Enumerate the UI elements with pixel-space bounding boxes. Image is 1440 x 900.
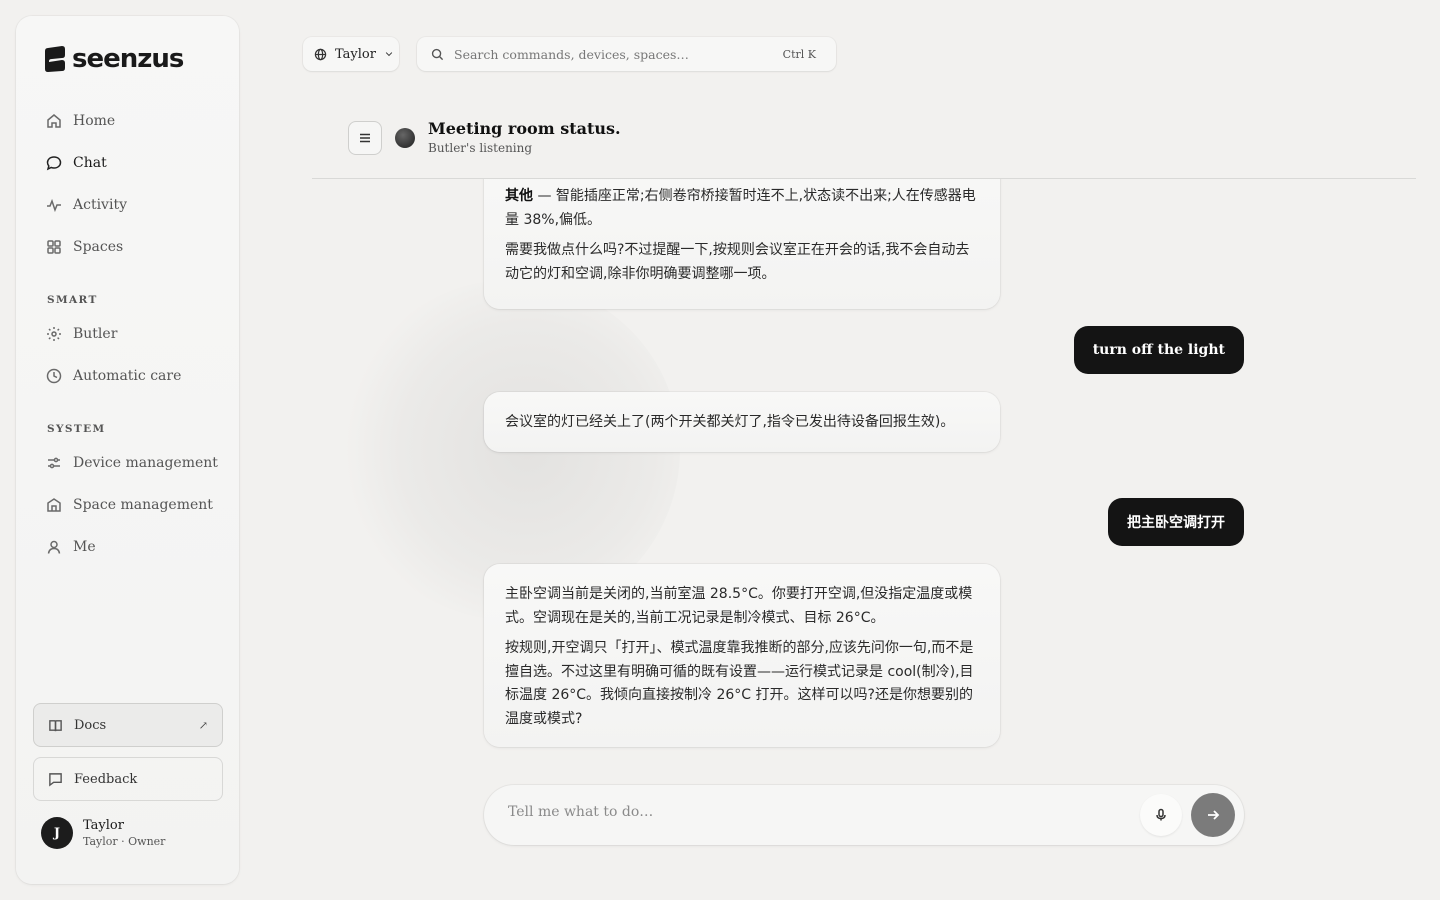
- nav-item-label: Chat: [73, 155, 107, 171]
- chat-menu-button[interactable]: [348, 121, 382, 155]
- nav-item-label: Device management: [73, 455, 218, 471]
- message-paragraph: 其他 — 智能插座正常;右侧卷帘桥接暂时连不上,状态读不出来;人在传感器电量 3…: [505, 188, 976, 228]
- command-search[interactable]: Search commands, devices, spaces… Ctrl K: [417, 37, 836, 71]
- section-label-smart: SMART: [47, 294, 98, 306]
- sparkle-icon: [47, 327, 61, 341]
- feedback-icon: [49, 772, 62, 787]
- butler-status-indicator: [395, 128, 415, 148]
- system-nav: Device management Space management Me: [32, 442, 223, 568]
- nav-item-device-management[interactable]: Device management: [32, 442, 223, 484]
- chevron-down-icon: [385, 52, 393, 57]
- user-role: Taylor · Owner: [83, 835, 166, 848]
- user-name: Taylor: [83, 818, 124, 833]
- globe-icon: [314, 48, 327, 60]
- search-placeholder: Search commands, devices, spaces…: [454, 46, 689, 62]
- nav-item-label: Butler: [73, 326, 118, 342]
- feedback-label: Feedback: [74, 771, 138, 787]
- nav-item-spaces[interactable]: Spaces: [32, 226, 223, 268]
- docs-label: Docs: [74, 717, 107, 733]
- arrow-right-icon: [1208, 810, 1220, 820]
- external-link-icon: ↗: [198, 718, 208, 732]
- nav-item-butler[interactable]: Butler: [32, 313, 223, 355]
- book-icon: [49, 719, 62, 731]
- chat-header: Meeting room status. Butler's listening: [312, 110, 1416, 179]
- grid-icon: [47, 240, 61, 254]
- section-label-system: SYSTEM: [47, 423, 106, 435]
- menu-icon: [360, 133, 370, 143]
- message-input[interactable]: [508, 804, 1108, 820]
- logo-mark-icon: [45, 46, 65, 72]
- message-list[interactable]: 其他 — 智能插座正常;右侧卷帘桥接暂时连不上,状态读不出来;人在传感器电量 3…: [312, 179, 1416, 779]
- chat-icon: [46, 156, 62, 171]
- avatar: J: [41, 817, 73, 849]
- message-paragraph: 会议室的灯已经关上了(两个开关都关灯了,指令已发出待设备回报生效)。: [505, 414, 955, 430]
- user-icon: [47, 540, 61, 554]
- message-paragraph: 主卧空调当前是关闭的,当前室温 28.5°C。你要打开空调,但没指定温度或模式。…: [505, 586, 973, 626]
- user-profile[interactable]: J Taylor Taylor · Owner: [41, 817, 165, 849]
- user-message: turn off the light: [1073, 326, 1244, 374]
- brand-logo[interactable]: seenzus: [44, 44, 184, 74]
- nav-item-activity[interactable]: Activity: [32, 184, 223, 226]
- nav-item-label: Activity: [73, 197, 127, 213]
- system-section: SYSTEM: [32, 419, 223, 439]
- assistant-message: 主卧空调当前是关闭的,当前室温 28.5°C。你要打开空调,但没指定温度或模式。…: [484, 564, 1000, 747]
- microphone-icon: [1156, 808, 1166, 821]
- search-icon: [431, 48, 444, 60]
- brand-name: seenzus: [72, 44, 184, 74]
- nav-item-label: Me: [73, 539, 96, 555]
- clock-icon: [46, 368, 62, 384]
- account-switcher[interactable]: Taylor: [303, 37, 399, 71]
- search-shortcut: Ctrl K: [782, 47, 816, 61]
- assistant-message: 会议室的灯已经关上了(两个开关都关灯了,指令已发出待设备回报生效)。: [484, 392, 1000, 452]
- smart-section: SMART: [32, 290, 223, 310]
- primary-nav: Home Chat Activity Spaces: [32, 100, 223, 268]
- nav-item-label: Automatic care: [73, 368, 182, 384]
- voice-input-button[interactable]: [1140, 794, 1182, 836]
- chat-title: Meeting room status.: [428, 119, 621, 138]
- sliders-icon: [48, 457, 60, 469]
- building-icon: [47, 498, 61, 512]
- message-composer: [484, 785, 1244, 845]
- smart-nav: Butler Automatic care: [32, 313, 223, 397]
- message-paragraph: 需要我做点什么吗?不过提醒一下,按规则会议室正在开会的话,我不会自动去动它的灯和…: [505, 242, 970, 282]
- message-paragraph: 按规则,开空调只「打开」、模式温度靠我推断的部分,应该先问你一句,而不是擅自选。…: [505, 640, 974, 727]
- docs-button[interactable]: Docs ↗: [33, 703, 223, 747]
- user-message: 把主卧空调打开: [1108, 498, 1244, 546]
- nav-item-label: Home: [73, 113, 116, 129]
- message-label: 其他: [505, 188, 533, 204]
- account-switcher-label: Taylor: [335, 46, 376, 62]
- feedback-button[interactable]: Feedback: [33, 757, 223, 801]
- nav-item-label: Spaces: [73, 239, 124, 255]
- nav-item-space-management[interactable]: Space management: [32, 484, 223, 526]
- sidebar: seenzus Home Chat Activity Spaces SMART …: [16, 16, 239, 884]
- nav-item-label: Space management: [73, 497, 213, 513]
- nav-item-chat[interactable]: Chat: [32, 142, 223, 184]
- assistant-message: 其他 — 智能插座正常;右侧卷帘桥接暂时连不上,状态读不出来;人在传感器电量 3…: [484, 179, 1000, 309]
- nav-item-home[interactable]: Home: [32, 100, 223, 142]
- home-icon: [47, 114, 61, 128]
- nav-item-automatic-care[interactable]: Automatic care: [32, 355, 223, 397]
- nav-item-me[interactable]: Me: [32, 526, 223, 568]
- send-button[interactable]: [1191, 793, 1235, 837]
- activity-icon: [47, 198, 61, 213]
- chat-subtitle: Butler's listening: [428, 141, 533, 155]
